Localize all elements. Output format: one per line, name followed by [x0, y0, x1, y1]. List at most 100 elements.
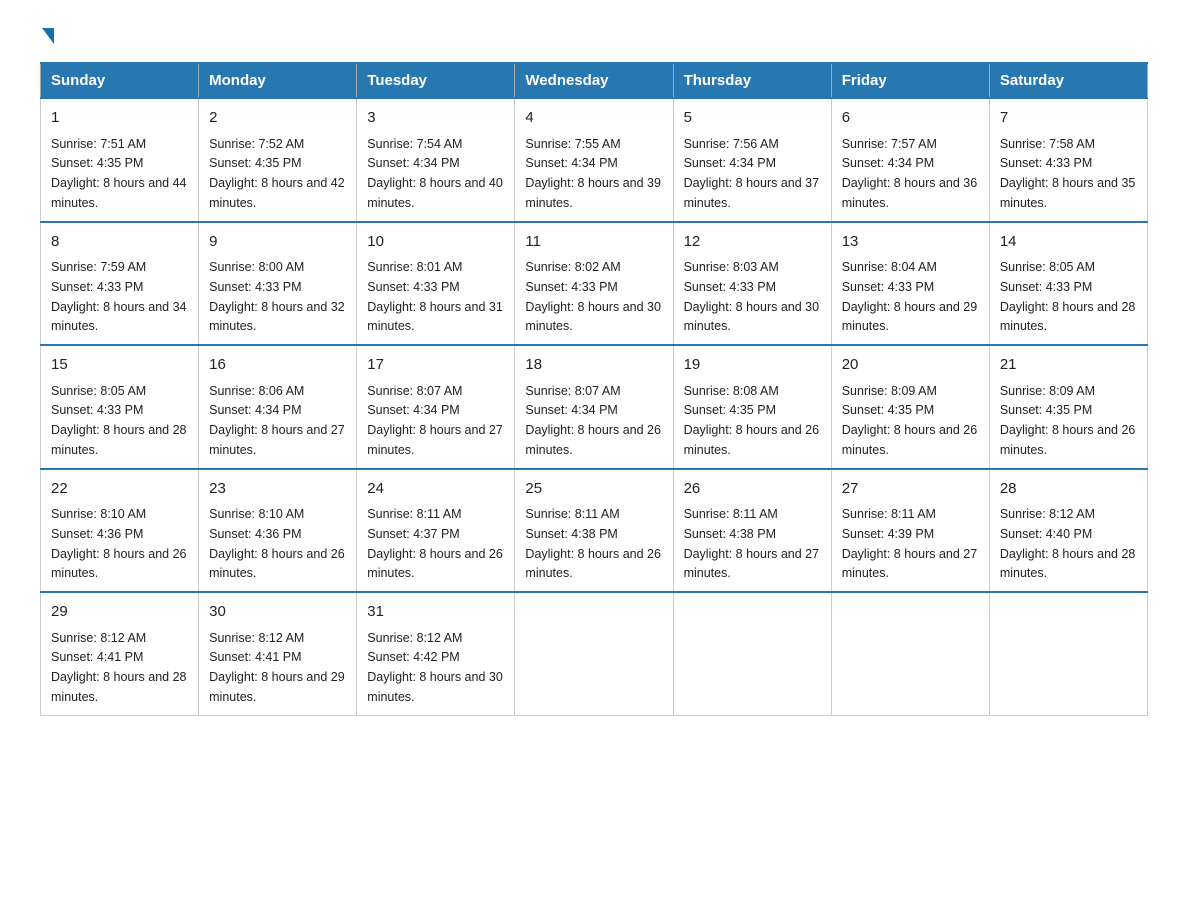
calendar-week-4: 22 Sunrise: 8:10 AM Sunset: 4:36 PM Dayl… — [41, 469, 1148, 593]
sunset-info: Sunset: 4:34 PM — [842, 156, 934, 170]
sunrise-info: Sunrise: 7:52 AM — [209, 137, 304, 151]
calendar-week-3: 15 Sunrise: 8:05 AM Sunset: 4:33 PM Dayl… — [41, 345, 1148, 469]
table-row: 16 Sunrise: 8:06 AM Sunset: 4:34 PM Dayl… — [199, 345, 357, 469]
table-row: 4 Sunrise: 7:55 AM Sunset: 4:34 PM Dayli… — [515, 98, 673, 222]
table-row: 2 Sunrise: 7:52 AM Sunset: 4:35 PM Dayli… — [199, 98, 357, 222]
day-number: 29 — [51, 601, 188, 624]
daylight-info: Daylight: 8 hours and 26 minutes. — [525, 423, 661, 457]
day-number: 18 — [525, 354, 662, 377]
sunrise-info: Sunrise: 7:56 AM — [684, 137, 779, 151]
table-row — [831, 592, 989, 715]
sunrise-info: Sunrise: 8:12 AM — [1000, 507, 1095, 521]
daylight-info: Daylight: 8 hours and 44 minutes. — [51, 176, 187, 210]
day-number: 7 — [1000, 107, 1137, 130]
table-row — [673, 592, 831, 715]
day-number: 31 — [367, 601, 504, 624]
sunset-info: Sunset: 4:36 PM — [51, 527, 143, 541]
day-number: 2 — [209, 107, 346, 130]
table-row: 30 Sunrise: 8:12 AM Sunset: 4:41 PM Dayl… — [199, 592, 357, 715]
table-row: 7 Sunrise: 7:58 AM Sunset: 4:33 PM Dayli… — [989, 98, 1147, 222]
table-row: 29 Sunrise: 8:12 AM Sunset: 4:41 PM Dayl… — [41, 592, 199, 715]
sunrise-info: Sunrise: 8:11 AM — [367, 507, 461, 521]
day-number: 6 — [842, 107, 979, 130]
calendar-body: 1 Sunrise: 7:51 AM Sunset: 4:35 PM Dayli… — [41, 98, 1148, 715]
daylight-info: Daylight: 8 hours and 30 minutes. — [684, 300, 820, 334]
sunrise-info: Sunrise: 8:10 AM — [51, 507, 146, 521]
sunrise-info: Sunrise: 8:00 AM — [209, 260, 304, 274]
logo-arrow-icon — [42, 28, 54, 44]
daylight-info: Daylight: 8 hours and 40 minutes. — [367, 176, 503, 210]
daylight-info: Daylight: 8 hours and 35 minutes. — [1000, 176, 1136, 210]
daylight-info: Daylight: 8 hours and 26 minutes. — [367, 547, 503, 581]
day-number: 25 — [525, 478, 662, 501]
sunrise-info: Sunrise: 8:12 AM — [367, 631, 462, 645]
sunrise-info: Sunrise: 8:11 AM — [684, 507, 778, 521]
calendar-table: SundayMondayTuesdayWednesdayThursdayFrid… — [40, 62, 1148, 716]
sunrise-info: Sunrise: 7:59 AM — [51, 260, 146, 274]
calendar-header: SundayMondayTuesdayWednesdayThursdayFrid… — [41, 63, 1148, 98]
table-row: 5 Sunrise: 7:56 AM Sunset: 4:34 PM Dayli… — [673, 98, 831, 222]
sunset-info: Sunset: 4:33 PM — [684, 280, 776, 294]
table-row: 22 Sunrise: 8:10 AM Sunset: 4:36 PM Dayl… — [41, 469, 199, 593]
daylight-info: Daylight: 8 hours and 26 minutes. — [209, 547, 345, 581]
daylight-info: Daylight: 8 hours and 30 minutes. — [367, 670, 503, 704]
sunset-info: Sunset: 4:34 PM — [367, 156, 459, 170]
day-number: 26 — [684, 478, 821, 501]
sunset-info: Sunset: 4:34 PM — [209, 403, 301, 417]
sunset-info: Sunset: 4:33 PM — [367, 280, 459, 294]
daylight-info: Daylight: 8 hours and 31 minutes. — [367, 300, 503, 334]
sunset-info: Sunset: 4:40 PM — [1000, 527, 1092, 541]
sunrise-info: Sunrise: 8:01 AM — [367, 260, 462, 274]
sunset-info: Sunset: 4:35 PM — [51, 156, 143, 170]
sunset-info: Sunset: 4:33 PM — [842, 280, 934, 294]
daylight-info: Daylight: 8 hours and 30 minutes. — [525, 300, 661, 334]
sunrise-info: Sunrise: 8:10 AM — [209, 507, 304, 521]
sunset-info: Sunset: 4:39 PM — [842, 527, 934, 541]
sunrise-info: Sunrise: 8:03 AM — [684, 260, 779, 274]
sunset-info: Sunset: 4:33 PM — [51, 403, 143, 417]
page-header — [40, 30, 1148, 46]
day-number: 13 — [842, 231, 979, 254]
sunrise-info: Sunrise: 7:51 AM — [51, 137, 146, 151]
table-row: 3 Sunrise: 7:54 AM Sunset: 4:34 PM Dayli… — [357, 98, 515, 222]
sunrise-info: Sunrise: 7:54 AM — [367, 137, 462, 151]
calendar-week-5: 29 Sunrise: 8:12 AM Sunset: 4:41 PM Dayl… — [41, 592, 1148, 715]
daylight-info: Daylight: 8 hours and 27 minutes. — [842, 547, 978, 581]
daylight-info: Daylight: 8 hours and 28 minutes. — [1000, 300, 1136, 334]
table-row: 26 Sunrise: 8:11 AM Sunset: 4:38 PM Dayl… — [673, 469, 831, 593]
table-row: 13 Sunrise: 8:04 AM Sunset: 4:33 PM Dayl… — [831, 222, 989, 346]
day-number: 8 — [51, 231, 188, 254]
daylight-info: Daylight: 8 hours and 29 minutes. — [209, 670, 345, 704]
sunset-info: Sunset: 4:38 PM — [684, 527, 776, 541]
sunrise-info: Sunrise: 8:07 AM — [367, 384, 462, 398]
day-number: 9 — [209, 231, 346, 254]
daylight-info: Daylight: 8 hours and 26 minutes. — [51, 547, 187, 581]
weekday-header-friday: Friday — [831, 63, 989, 98]
logo — [40, 30, 54, 46]
table-row: 28 Sunrise: 8:12 AM Sunset: 4:40 PM Dayl… — [989, 469, 1147, 593]
day-number: 16 — [209, 354, 346, 377]
table-row: 20 Sunrise: 8:09 AM Sunset: 4:35 PM Dayl… — [831, 345, 989, 469]
sunrise-info: Sunrise: 8:05 AM — [51, 384, 146, 398]
daylight-info: Daylight: 8 hours and 26 minutes. — [525, 547, 661, 581]
table-row: 25 Sunrise: 8:11 AM Sunset: 4:38 PM Dayl… — [515, 469, 673, 593]
daylight-info: Daylight: 8 hours and 37 minutes. — [684, 176, 820, 210]
daylight-info: Daylight: 8 hours and 26 minutes. — [1000, 423, 1136, 457]
sunrise-info: Sunrise: 8:11 AM — [525, 507, 619, 521]
sunset-info: Sunset: 4:35 PM — [209, 156, 301, 170]
sunset-info: Sunset: 4:36 PM — [209, 527, 301, 541]
table-row: 24 Sunrise: 8:11 AM Sunset: 4:37 PM Dayl… — [357, 469, 515, 593]
daylight-info: Daylight: 8 hours and 42 minutes. — [209, 176, 345, 210]
sunset-info: Sunset: 4:35 PM — [842, 403, 934, 417]
table-row: 11 Sunrise: 8:02 AM Sunset: 4:33 PM Dayl… — [515, 222, 673, 346]
sunset-info: Sunset: 4:33 PM — [1000, 280, 1092, 294]
sunrise-info: Sunrise: 8:11 AM — [842, 507, 936, 521]
sunrise-info: Sunrise: 8:02 AM — [525, 260, 620, 274]
daylight-info: Daylight: 8 hours and 28 minutes. — [1000, 547, 1136, 581]
weekday-header-row: SundayMondayTuesdayWednesdayThursdayFrid… — [41, 63, 1148, 98]
daylight-info: Daylight: 8 hours and 28 minutes. — [51, 670, 187, 704]
sunset-info: Sunset: 4:35 PM — [1000, 403, 1092, 417]
daylight-info: Daylight: 8 hours and 27 minutes. — [367, 423, 503, 457]
day-number: 4 — [525, 107, 662, 130]
table-row: 23 Sunrise: 8:10 AM Sunset: 4:36 PM Dayl… — [199, 469, 357, 593]
